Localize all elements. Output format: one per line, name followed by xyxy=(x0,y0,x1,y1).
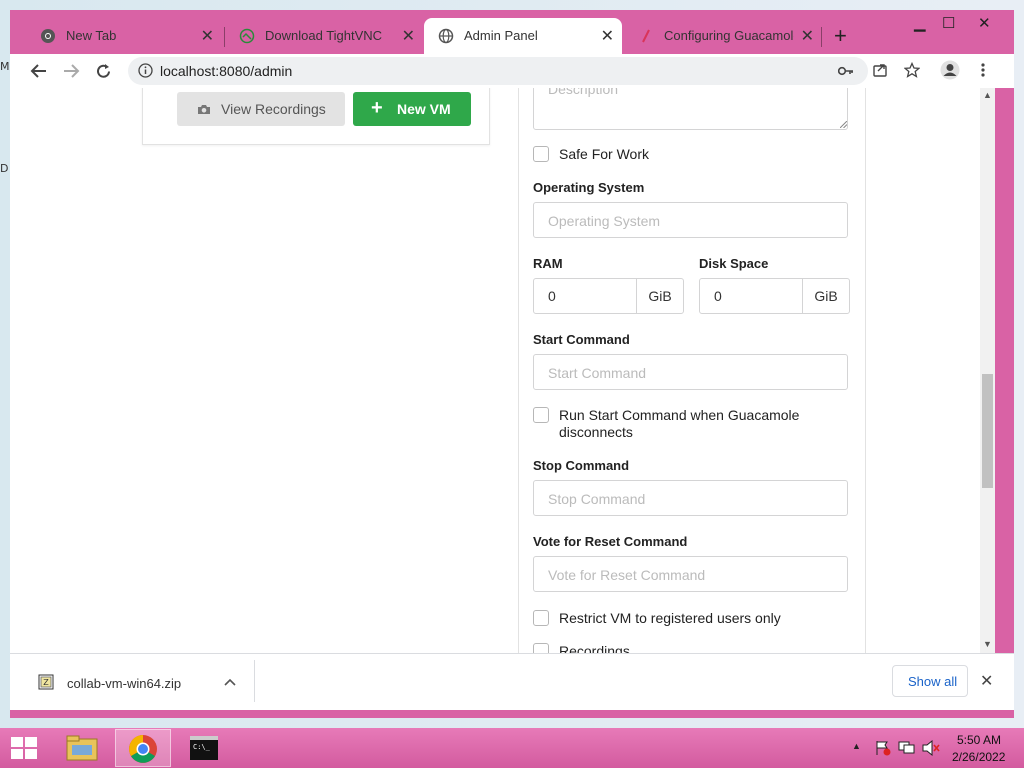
tab-new-tab[interactable]: New Tab ✕ xyxy=(26,18,222,54)
chrome-icon xyxy=(41,29,55,43)
download-filename[interactable]: collab-vm-win64.zip xyxy=(67,676,181,691)
file-explorer-taskbar-button[interactable] xyxy=(58,731,106,765)
tab-title: Admin Panel xyxy=(464,28,538,43)
browser-toolbar: localhost:8080/admin xyxy=(10,54,1014,88)
guacamole-icon xyxy=(642,29,650,43)
tightvnc-icon xyxy=(239,28,255,44)
ram-label: RAM xyxy=(533,256,563,271)
run-start-command-label-line2: disconnects xyxy=(559,424,633,440)
maximize-button[interactable]: ☐ xyxy=(942,14,955,32)
clock-time[interactable]: 5:50 AM xyxy=(957,733,1001,747)
scroll-up-icon[interactable]: ▲ xyxy=(983,90,992,100)
info-icon[interactable] xyxy=(138,63,153,78)
close-downloads-icon[interactable]: ✕ xyxy=(980,671,993,691)
tab-download-tightvnc[interactable]: Download TightVNC ✕ xyxy=(225,18,423,54)
terminal-icon: C:\_ xyxy=(190,736,218,760)
disk-space-label: Disk Space xyxy=(699,256,769,271)
clock-date[interactable]: 2/26/2022 xyxy=(952,750,1005,764)
network-icon[interactable] xyxy=(898,740,916,756)
os-label: Operating System xyxy=(533,180,645,195)
desktop-icon-label: M xyxy=(0,60,10,73)
stop-command-input[interactable]: Stop Command xyxy=(533,480,848,516)
vote-reset-label: Vote for Reset Command xyxy=(533,534,688,549)
stop-command-label: Stop Command xyxy=(533,458,630,473)
minimize-button[interactable]: ▁ xyxy=(914,14,926,32)
plus-icon: + xyxy=(371,97,383,119)
new-vm-button[interactable]: + New VM xyxy=(353,92,471,126)
chevron-up-icon[interactable] xyxy=(224,678,236,686)
admin-action-card: View Recordings + New VM xyxy=(142,88,490,145)
resize-handle-icon[interactable] xyxy=(840,121,847,128)
tab-title: Download TightVNC xyxy=(265,28,383,43)
vote-reset-input[interactable]: Vote for Reset Command xyxy=(533,556,848,592)
taskbar: C:\_ ▲ 5:50 AM 2/26/2022 xyxy=(0,728,1024,768)
scrollbar-thumb[interactable] xyxy=(982,374,993,488)
ram-value: 0 xyxy=(548,288,556,304)
tab-configuring-guacamole[interactable]: Configuring Guacamole - ✕ xyxy=(624,18,822,54)
globe-icon xyxy=(438,28,454,44)
volume-muted-icon[interactable] xyxy=(922,740,940,756)
vm-form: Description Safe For Work Operating Syst… xyxy=(518,88,866,653)
close-tab-icon[interactable]: ✕ xyxy=(801,26,814,46)
command-prompt-taskbar-button[interactable]: C:\_ xyxy=(178,731,234,765)
os-input[interactable]: Operating System xyxy=(533,202,848,238)
page-content: View Recordings + New VM Description Saf… xyxy=(10,88,988,653)
start-command-label: Start Command xyxy=(533,332,630,347)
run-start-command-checkbox[interactable] xyxy=(533,407,549,423)
disk-space-input[interactable]: 0 GiB xyxy=(699,278,850,314)
new-tab-button[interactable]: + xyxy=(834,25,847,47)
address-bar[interactable]: localhost:8080/admin xyxy=(128,57,868,85)
page-scrollbar[interactable]: ▲ ▼ xyxy=(980,88,995,653)
ram-input[interactable]: 0 GiB xyxy=(533,278,684,314)
key-icon[interactable] xyxy=(838,65,854,77)
new-vm-label: New VM xyxy=(397,101,451,117)
chrome-taskbar-button[interactable] xyxy=(115,729,171,767)
run-start-command-label-line1: Run Start Command when Guacamole xyxy=(559,407,800,423)
view-recordings-label: View Recordings xyxy=(221,101,326,117)
start-command-input[interactable]: Start Command xyxy=(533,354,848,390)
tab-title: Configuring Guacamole - xyxy=(664,28,794,43)
share-icon[interactable] xyxy=(872,62,888,78)
back-icon[interactable] xyxy=(30,63,48,79)
camera-icon xyxy=(198,105,210,114)
windows-start-icon[interactable] xyxy=(11,737,37,759)
tab-admin-panel[interactable]: Admin Panel ✕ xyxy=(424,18,622,54)
safe-for-work-label: Safe For Work xyxy=(559,146,649,162)
restrict-vm-label: Restrict VM to registered users only xyxy=(559,610,781,626)
close-tab-icon[interactable]: ✕ xyxy=(402,26,415,46)
show-all-label: Show all xyxy=(908,674,958,689)
close-tab-icon[interactable]: ✕ xyxy=(201,26,214,46)
svg-text:Z: Z xyxy=(43,678,49,687)
ram-unit: GiB xyxy=(636,279,683,313)
chrome-icon xyxy=(129,735,157,763)
tray-expand-icon[interactable]: ▲ xyxy=(852,741,861,751)
tab-title: New Tab xyxy=(66,28,117,43)
close-tab-icon[interactable]: ✕ xyxy=(601,26,614,46)
scroll-down-icon[interactable]: ▼ xyxy=(983,639,992,649)
safe-for-work-checkbox[interactable] xyxy=(533,146,549,162)
reload-icon[interactable] xyxy=(95,63,112,80)
svg-text:C:\_: C:\_ xyxy=(193,743,211,751)
recordings-checkbox[interactable] xyxy=(533,643,549,653)
forward-icon[interactable] xyxy=(62,63,80,79)
action-center-flag-icon[interactable] xyxy=(874,740,892,756)
recordings-label: Recordings xyxy=(559,643,630,653)
bookmark-star-icon[interactable] xyxy=(904,62,920,78)
url-text: localhost:8080/admin xyxy=(160,63,293,79)
downloads-bar: Z collab-vm-win64.zip Show all ✕ xyxy=(10,653,1014,710)
view-recordings-button[interactable]: View Recordings xyxy=(177,92,345,126)
disk-value: 0 xyxy=(714,288,722,304)
description-textarea[interactable]: Description xyxy=(533,88,848,130)
disk-unit: GiB xyxy=(802,279,849,313)
show-all-button[interactable]: Show all xyxy=(892,665,968,697)
menu-kebab-icon[interactable] xyxy=(980,62,986,78)
zip-file-icon: Z xyxy=(38,674,54,690)
close-window-button[interactable]: ✕ xyxy=(978,14,991,32)
folder-icon xyxy=(66,735,98,761)
desktop-icon-label: D xyxy=(0,162,9,175)
profile-avatar-icon[interactable] xyxy=(940,60,960,80)
restrict-vm-checkbox[interactable] xyxy=(533,610,549,626)
divider xyxy=(254,660,255,702)
